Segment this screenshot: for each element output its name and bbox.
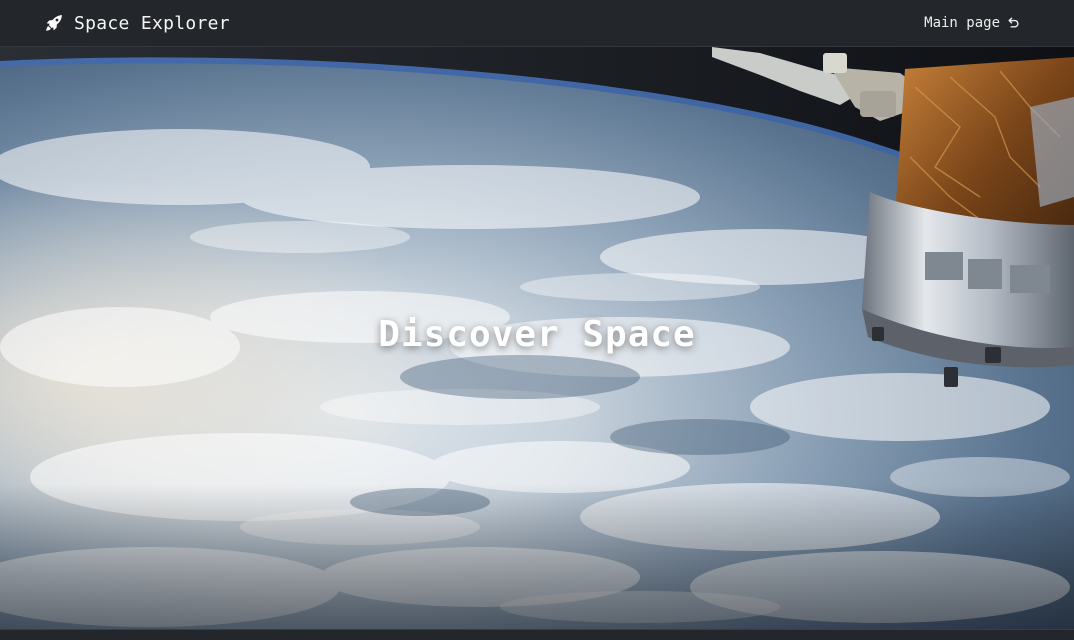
hero-title: Discover Space — [378, 313, 696, 355]
hero-banner: Discover Space — [0, 47, 1074, 629]
bottom-bar — [0, 629, 1074, 640]
brand-link[interactable]: Space Explorer — [44, 13, 230, 34]
main-page-link[interactable]: Main page — [924, 15, 1020, 31]
rocket-icon — [46, 15, 62, 31]
return-arrow-icon — [1008, 17, 1019, 28]
main-page-link-label: Main page — [924, 15, 1000, 31]
brand-title: Space Explorer — [74, 12, 230, 34]
top-navigation-bar: Space Explorer Main page — [0, 0, 1074, 47]
